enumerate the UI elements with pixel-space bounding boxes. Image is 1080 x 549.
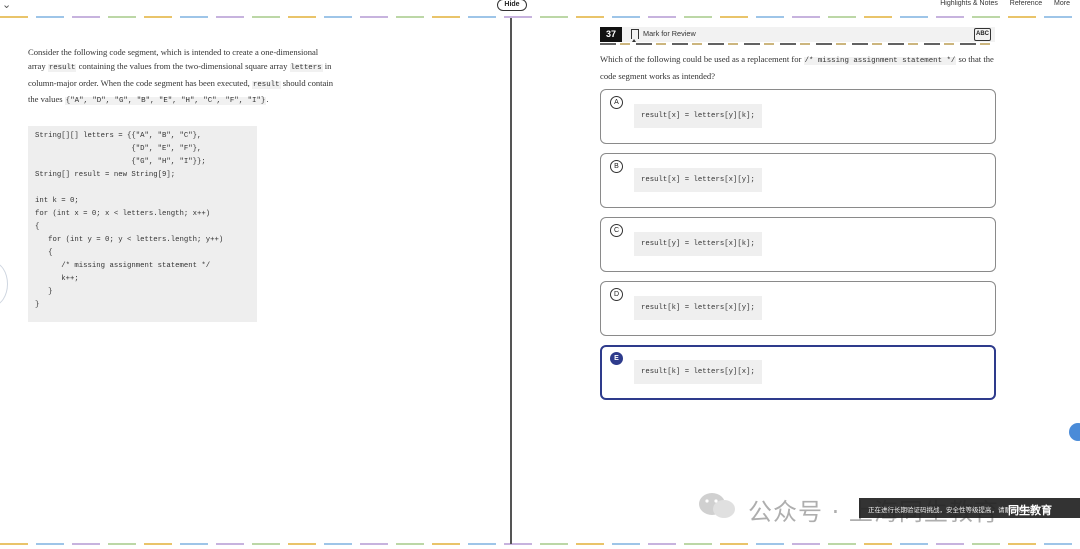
code-line: for (int y = 0; y < letters.length; y++) xyxy=(35,236,224,244)
chevron-down-icon[interactable]: ⌄ xyxy=(2,0,11,11)
code-line: for (int x = 0; x < letters.length; x++) xyxy=(35,210,211,218)
code-line: String[] result = new String[9]; xyxy=(35,171,176,179)
wechat-logo-icon xyxy=(699,493,735,518)
answer-option-d[interactable]: D result[k] = letters[x][y]; xyxy=(600,281,996,336)
option-code: result[x] = letters[y][k]; xyxy=(634,104,762,128)
hide-button[interactable]: Hide xyxy=(497,0,527,11)
option-letter-badge: E xyxy=(610,352,623,365)
inline-code: {"A", "D", "G", "B", "E", "H", "C", "F",… xyxy=(64,97,267,106)
answer-option-a[interactable]: A result[x] = letters[y][k]; xyxy=(600,89,996,144)
side-scroll-bubble[interactable] xyxy=(1069,423,1080,441)
top-stripe xyxy=(0,16,1080,18)
passage-line: the values {"A", "D", "G", "B", "E", "H"… xyxy=(28,94,269,106)
code-line: /* missing assignment statement */ xyxy=(35,262,211,270)
more-link[interactable]: More xyxy=(1054,0,1070,7)
option-code: result[x] = letters[x][y]; xyxy=(634,168,762,192)
mark-for-review-button[interactable]: Mark for Review xyxy=(643,29,696,38)
code-line: { xyxy=(35,249,53,257)
code-line: {"D", "E", "F"}, xyxy=(35,145,202,153)
inline-code: letters xyxy=(289,64,323,73)
header-dash-divider xyxy=(600,43,995,45)
passage-line: array result containing the values from … xyxy=(28,61,332,73)
passage-line: column-major order. When the code segmen… xyxy=(28,77,334,89)
code-line: } xyxy=(35,301,40,309)
passage-text: Consider the following code segment, whi… xyxy=(28,45,418,109)
code-line: } xyxy=(35,288,53,296)
pane-divider[interactable] xyxy=(510,18,512,544)
answer-option-b[interactable]: B result[x] = letters[x][y]; xyxy=(600,153,996,208)
top-bar: ⌄ Hide Highlights & Notes Reference More xyxy=(0,0,1080,17)
answer-eliminator-icon[interactable]: ABC xyxy=(974,28,991,41)
question-text: Which of the following could be used as … xyxy=(600,54,994,81)
inline-code: result xyxy=(251,80,281,89)
option-letter-badge: B xyxy=(610,160,623,173)
code-line: String[][] letters = {{"A", "B", "C"}, xyxy=(35,132,202,140)
side-circle-decoration xyxy=(0,262,8,306)
option-letter-badge: D xyxy=(610,288,623,301)
code-line: int k = 0; xyxy=(35,197,79,205)
highlights-notes-link[interactable]: Highlights & Notes xyxy=(940,0,998,7)
bookmark-icon[interactable] xyxy=(631,29,639,42)
reference-link[interactable]: Reference xyxy=(1010,0,1042,7)
option-letter-badge: A xyxy=(610,96,623,109)
answer-option-e[interactable]: E result[k] = letters[y][x]; xyxy=(600,345,996,400)
option-code: result[y] = letters[x][k]; xyxy=(634,232,762,256)
code-line: k++; xyxy=(35,275,79,283)
toast-brand: 同生教育 xyxy=(1008,504,1052,517)
question-number: 37 xyxy=(600,27,622,42)
code-block: String[][] letters = {{"A", "B", "C"}, {… xyxy=(28,126,257,322)
option-letter-badge: C xyxy=(610,224,623,237)
passage-line: Consider the following code segment, whi… xyxy=(28,47,319,57)
code-line: { xyxy=(35,223,40,231)
bottom-stripe xyxy=(0,543,1080,545)
inline-code: result xyxy=(47,64,77,73)
top-links: Highlights & Notes Reference More xyxy=(930,0,1070,7)
answer-option-c[interactable]: C result[y] = letters[x][k]; xyxy=(600,217,996,272)
option-code: result[k] = letters[x][y]; xyxy=(634,296,762,320)
option-code: result[k] = letters[y][x]; xyxy=(634,360,762,384)
inline-code: /* missing assignment statement */ xyxy=(803,57,957,65)
code-line: {"G", "H", "I"}}; xyxy=(35,158,206,166)
toast-text: 正在进行长期验证码挑战，安全性等级提高，请耐心等待 xyxy=(868,506,1031,514)
